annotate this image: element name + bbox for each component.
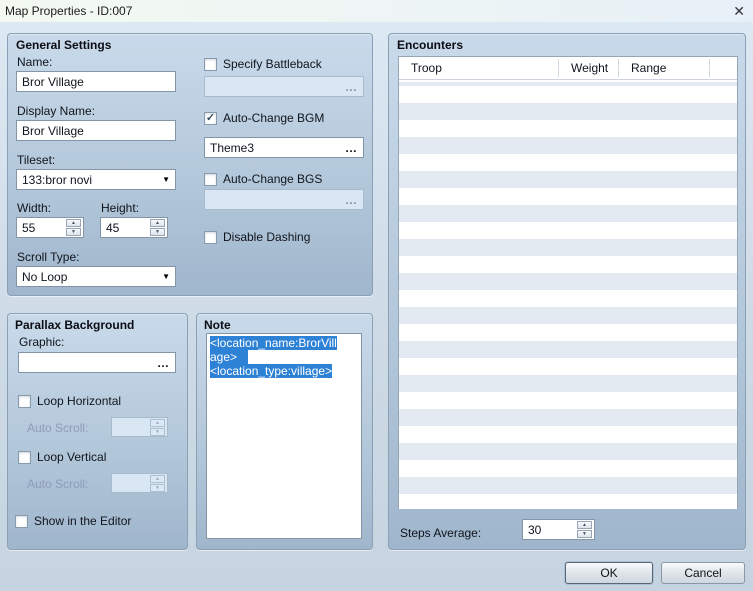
chevron-down-icon: ▼ — [162, 272, 170, 281]
auto-change-bgm-label: Auto-Change BGM — [223, 111, 325, 125]
encounters-table-header: Troop Weight Range — [399, 57, 737, 80]
steps-average-up-button[interactable]: ▲ — [577, 521, 592, 529]
note-line: <location_name:BrorVill — [210, 336, 337, 350]
note-line: <location_type:village> — [210, 364, 333, 378]
width-value: 55 — [22, 220, 36, 235]
note-panel: Note <location_name:BrorVill age> <locat… — [196, 313, 373, 550]
bgs-browse-button: … — [345, 192, 358, 207]
column-header-troop: Troop — [399, 59, 559, 77]
height-spin-down-button[interactable]: ▼ — [150, 228, 165, 236]
specify-battleback-label: Specify Battleback — [223, 57, 322, 71]
scroll-type-value: No Loop — [22, 269, 68, 284]
width-spin-down-button[interactable]: ▼ — [66, 228, 81, 236]
height-label: Height: — [101, 201, 140, 215]
note-heading: Note — [204, 318, 231, 332]
checkbox-icon — [15, 514, 28, 528]
chevron-down-icon: ▼ — [162, 175, 170, 184]
width-label: Width: — [17, 201, 52, 215]
title-bar: Map Properties - ID:007 ✕ — [0, 0, 753, 22]
steps-average-stepper[interactable]: 30 ▲ ▼ — [522, 519, 595, 540]
auto-change-bgs-checkbox[interactable]: Auto-Change BGS — [204, 172, 322, 186]
name-label: Name: — [17, 55, 53, 69]
steps-average-value: 30 — [528, 522, 542, 537]
auto-scroll-h-label: Auto Scroll: — [27, 421, 89, 435]
auto-scroll-h-down-button: ▼ — [150, 427, 165, 436]
width-stepper[interactable]: 55 ▲ ▼ — [16, 217, 84, 238]
window-title: Map Properties - ID:007 — [5, 4, 133, 18]
tileset-value: 133:bror novi — [22, 172, 93, 187]
general-settings-heading: General Settings — [16, 38, 112, 52]
loop-horizontal-label: Loop Horizontal — [37, 394, 122, 408]
auto-scroll-h-stepper: ▲ ▼ — [111, 417, 168, 437]
name-input[interactable]: Bror Village — [16, 71, 176, 92]
encounters-heading: Encounters — [397, 38, 464, 52]
note-line: age> — [210, 350, 358, 364]
checkbox-icon — [204, 172, 217, 186]
auto-scroll-v-down-button: ▼ — [150, 483, 165, 492]
battleback-browse-button: … — [345, 79, 358, 94]
encounters-panel: Encounters Troop Weight Range Steps Aver… — [388, 33, 746, 550]
checkbox-icon — [204, 230, 217, 244]
note-textarea[interactable]: <location_name:BrorVill age> <location_t… — [206, 333, 362, 539]
scroll-type-label: Scroll Type: — [17, 250, 80, 264]
steps-average-label: Steps Average: — [400, 526, 482, 540]
ok-button[interactable]: OK — [565, 562, 653, 584]
checkbox-icon — [18, 394, 31, 408]
auto-scroll-v-stepper: ▲ ▼ — [111, 473, 168, 493]
encounters-table[interactable]: Troop Weight Range — [398, 56, 738, 509]
graphic-label: Graphic: — [19, 335, 65, 349]
height-value: 45 — [106, 220, 120, 235]
loop-vertical-checkbox[interactable]: Loop Vertical — [18, 450, 106, 464]
encounters-table-body[interactable] — [399, 80, 737, 509]
tileset-label: Tileset: — [17, 153, 56, 167]
auto-change-bgs-label: Auto-Change BGS — [223, 172, 323, 186]
checkbox-icon — [204, 57, 217, 71]
auto-scroll-v-label: Auto Scroll: — [27, 477, 89, 491]
display-name-value: Bror Village — [22, 123, 84, 138]
scroll-type-select[interactable]: No Loop ▼ — [16, 266, 176, 287]
cancel-button[interactable]: Cancel — [661, 562, 745, 584]
parallax-background-panel: Parallax Background Graphic: … Loop Hori… — [7, 313, 188, 550]
graphic-browse-button[interactable]: … — [157, 357, 170, 369]
column-header-range: Range — [619, 59, 710, 77]
graphic-input[interactable]: … — [18, 352, 176, 373]
battleback-input: … — [204, 76, 364, 97]
specify-battleback-checkbox[interactable]: Specify Battleback — [204, 57, 322, 71]
column-header-empty — [710, 59, 737, 77]
show-in-editor-label: Show in the Editor — [34, 514, 132, 528]
general-settings-panel: General Settings Name: Bror Village Disp… — [7, 33, 373, 296]
height-stepper[interactable]: 45 ▲ ▼ — [100, 217, 168, 238]
bgm-value: Theme3 — [210, 140, 255, 155]
close-icon[interactable]: ✕ — [733, 4, 745, 18]
steps-average-down-button[interactable]: ▼ — [577, 530, 592, 538]
checkbox-icon — [18, 450, 31, 464]
bgs-input: … — [204, 189, 364, 210]
auto-scroll-v-up-button: ▲ — [150, 474, 165, 483]
column-header-weight: Weight — [559, 59, 619, 77]
loop-vertical-label: Loop Vertical — [37, 450, 107, 464]
parallax-heading: Parallax Background — [15, 318, 135, 332]
bgm-browse-button[interactable]: … — [345, 142, 358, 154]
disable-dashing-checkbox[interactable]: Disable Dashing — [204, 230, 310, 244]
disable-dashing-label: Disable Dashing — [223, 230, 311, 244]
show-in-editor-checkbox[interactable]: Show in the Editor — [15, 514, 131, 528]
width-spin-up-button[interactable]: ▲ — [66, 219, 81, 227]
display-name-input[interactable]: Bror Village — [16, 120, 176, 141]
name-value: Bror Village — [22, 74, 84, 89]
auto-change-bgm-checkbox[interactable]: Auto-Change BGM — [204, 111, 324, 125]
checkbox-checked-icon — [204, 111, 217, 125]
bgm-input[interactable]: Theme3 … — [204, 137, 364, 158]
tileset-select[interactable]: 133:bror novi ▼ — [16, 169, 176, 190]
loop-horizontal-checkbox[interactable]: Loop Horizontal — [18, 394, 121, 408]
display-name-label: Display Name: — [17, 104, 96, 118]
height-spin-up-button[interactable]: ▲ — [150, 219, 165, 227]
auto-scroll-h-up-button: ▲ — [150, 418, 165, 427]
